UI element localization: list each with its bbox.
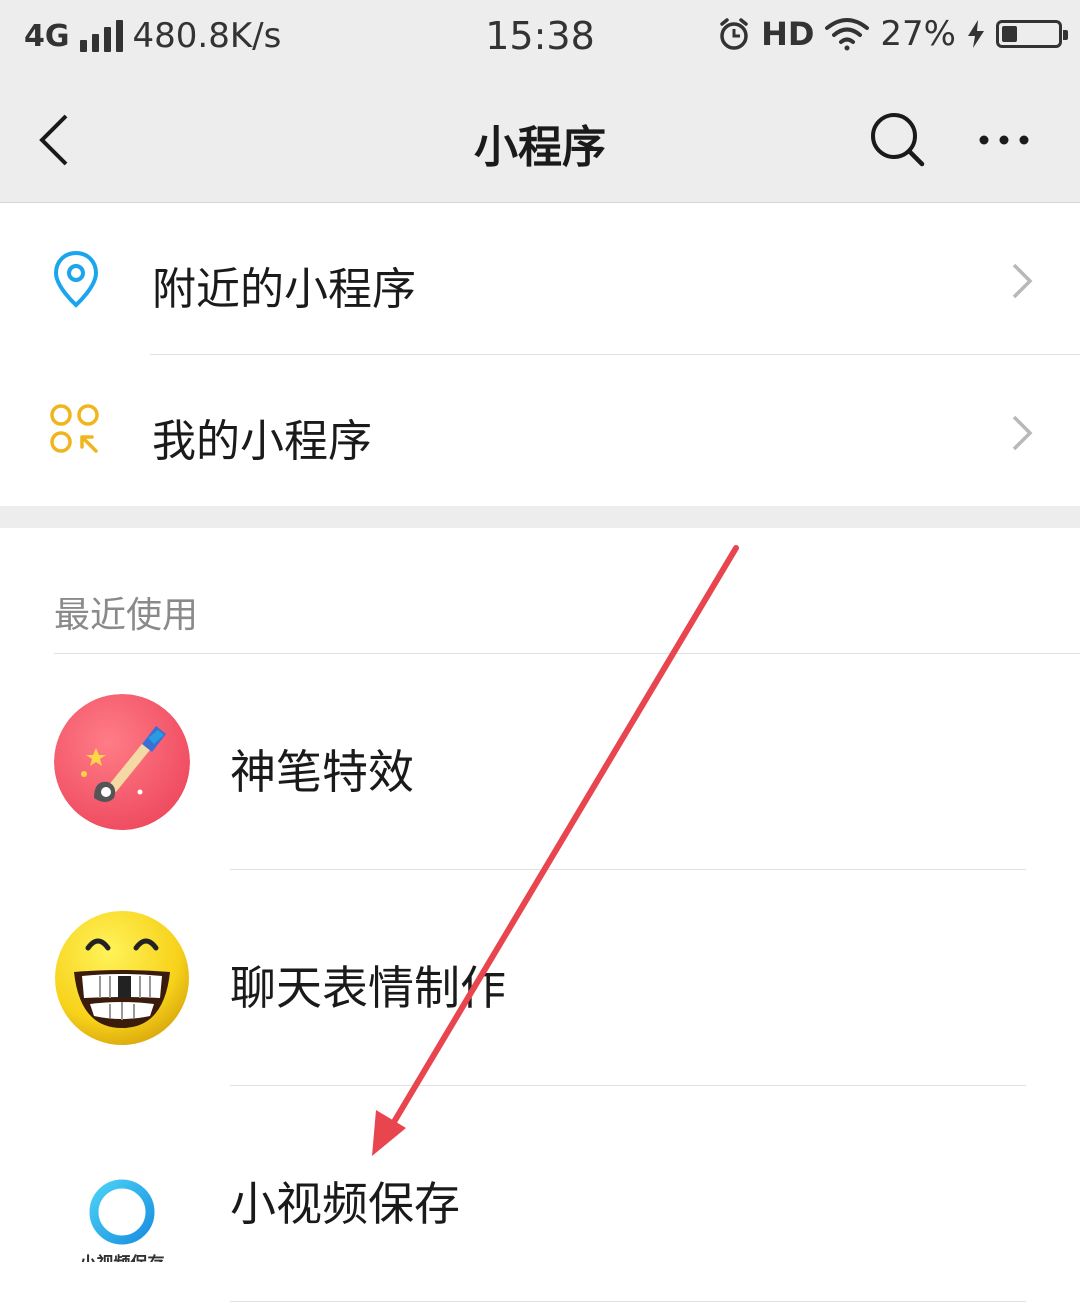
menu-item-label: 附近的小程序 bbox=[152, 264, 416, 315]
list-item-app[interactable]: 神笔特效 bbox=[0, 654, 1080, 870]
charging-icon bbox=[968, 20, 984, 48]
video-save-logo: 小视频保存 downs bbox=[54, 1126, 190, 1262]
logo-text: 小视频保存 bbox=[80, 1253, 165, 1262]
section-title-recent: 最近使用 bbox=[54, 595, 199, 636]
navigation-bar: 小程序 bbox=[0, 78, 1080, 203]
chevron-right-icon bbox=[1012, 415, 1033, 451]
app-name: 小视频保存 bbox=[230, 1177, 460, 1231]
list-item-app[interactable]: 小视频保存 downs 小视频保存 bbox=[0, 1086, 1080, 1302]
menu-list: 附近的小程序 我的小程序 bbox=[0, 203, 1080, 507]
divider bbox=[230, 1301, 1026, 1302]
app-name: 神笔特效 bbox=[230, 745, 414, 799]
emoji-face-icon bbox=[54, 910, 190, 1046]
wifi-icon bbox=[825, 18, 870, 51]
more-icon[interactable] bbox=[976, 130, 1036, 150]
section-separator bbox=[0, 506, 1080, 528]
chevron-right-icon bbox=[1012, 263, 1033, 299]
menu-item-label: 我的小程序 bbox=[152, 416, 372, 467]
divider bbox=[150, 354, 1080, 355]
app-name: 聊天表情制作 bbox=[230, 961, 506, 1015]
search-icon[interactable] bbox=[868, 110, 928, 170]
hd-badge: HD bbox=[761, 15, 815, 53]
menu-item-nearby[interactable]: 附近的小程序 bbox=[0, 203, 1080, 355]
list-item-app[interactable]: 聊天表情制作 bbox=[0, 870, 1080, 1086]
battery-percent: 27% bbox=[880, 14, 956, 54]
status-bar: 4G 480.8K/s 15:38 HD 27% bbox=[0, 0, 1080, 78]
battery-icon bbox=[996, 20, 1068, 48]
alarm-icon bbox=[720, 18, 748, 50]
menu-item-my-mini-programs[interactable]: 我的小程序 bbox=[0, 355, 1080, 507]
magic-brush-icon bbox=[54, 694, 190, 830]
mini-program-icon bbox=[50, 404, 99, 453]
location-pin-icon bbox=[53, 250, 99, 308]
